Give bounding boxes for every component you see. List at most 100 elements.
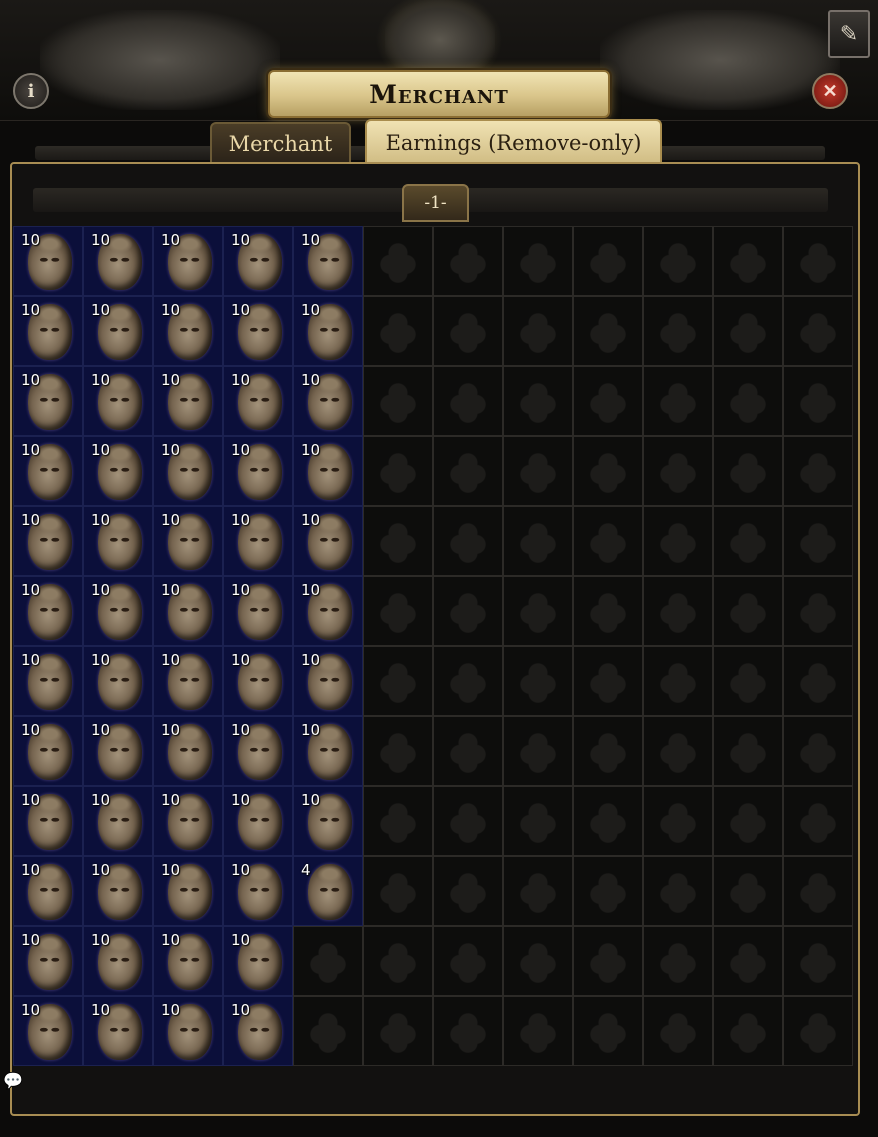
grid-cell-empty[interactable] [573,576,643,646]
page-tab-1[interactable]: -1- [402,184,469,222]
grid-cell-empty[interactable] [713,296,783,366]
grid-cell-empty[interactable] [363,996,433,1066]
grid-cell-empty[interactable] [783,366,853,436]
grid-cell-item[interactable]: 10 [13,646,83,716]
grid-cell-item[interactable]: 10 [153,996,223,1066]
grid-cell-empty[interactable] [783,296,853,366]
grid-cell-empty[interactable] [503,786,573,856]
grid-cell-item[interactable]: 10 [153,716,223,786]
grid-cell-empty[interactable] [363,366,433,436]
grid-cell-item[interactable]: 10 [153,436,223,506]
grid-cell-item[interactable]: 10 [13,926,83,996]
grid-cell-empty[interactable] [643,576,713,646]
grid-cell-empty[interactable] [363,506,433,576]
grid-cell-empty[interactable] [503,436,573,506]
grid-cell-empty[interactable] [713,226,783,296]
grid-cell-empty[interactable] [433,506,503,576]
grid-cell-empty[interactable] [783,576,853,646]
grid-cell-item[interactable]: 10 [83,436,153,506]
grid-cell-item[interactable]: 10 [293,576,363,646]
grid-cell-item[interactable]: 10 [293,506,363,576]
grid-cell-empty[interactable] [363,576,433,646]
grid-cell-item[interactable]: 10 [13,436,83,506]
grid-cell-item[interactable]: 10 [83,786,153,856]
grid-cell-item[interactable]: 10 [83,226,153,296]
tab-merchant[interactable]: Merchant [210,122,351,164]
grid-cell-item[interactable]: 10 [13,856,83,926]
grid-cell-empty[interactable] [433,786,503,856]
grid-cell-empty[interactable] [713,926,783,996]
grid-cell-empty[interactable] [643,366,713,436]
grid-cell-item[interactable]: 10 [293,436,363,506]
grid-cell-empty[interactable] [783,436,853,506]
grid-cell-item[interactable]: 10 [153,856,223,926]
grid-cell-item[interactable]: 10 [223,506,293,576]
grid-cell-empty[interactable] [573,646,643,716]
grid-cell-item[interactable]: 10 [153,506,223,576]
grid-cell-empty[interactable] [573,786,643,856]
grid-cell-item[interactable]: 10 [293,646,363,716]
grid-cell-empty[interactable] [643,856,713,926]
grid-cell-item[interactable]: 10 [293,366,363,436]
close-icon[interactable]: ✕ [812,73,848,109]
grid-cell-empty[interactable] [573,226,643,296]
grid-cell-item[interactable]: 4 [293,856,363,926]
grid-cell-empty[interactable] [503,506,573,576]
grid-cell-item[interactable]: 10 [223,716,293,786]
grid-cell-empty[interactable] [573,436,643,506]
grid-cell-empty[interactable] [503,996,573,1066]
grid-cell-empty[interactable] [783,226,853,296]
grid-cell-item[interactable]: 10 [13,576,83,646]
grid-cell-empty[interactable] [503,716,573,786]
grid-cell-empty[interactable] [783,716,853,786]
grid-cell-item[interactable]: 10 [83,646,153,716]
grid-cell-empty[interactable] [713,996,783,1066]
tab-earnings[interactable]: Earnings (Remove-only) [365,119,662,165]
grid-cell-empty[interactable] [643,296,713,366]
grid-cell-empty[interactable] [503,296,573,366]
grid-cell-item[interactable]: 10 [223,296,293,366]
quill-note-icon[interactable]: ✎ [828,10,870,58]
grid-cell-item[interactable]: 10 [223,366,293,436]
grid-cell-empty[interactable] [643,226,713,296]
grid-cell-empty[interactable] [713,576,783,646]
grid-cell-empty[interactable] [783,926,853,996]
grid-cell-item[interactable]: 10 [223,646,293,716]
grid-cell-empty[interactable] [643,646,713,716]
grid-cell-empty[interactable] [503,366,573,436]
grid-cell-empty[interactable] [573,716,643,786]
grid-cell-empty[interactable] [713,366,783,436]
grid-cell-item[interactable]: 10 [83,506,153,576]
grid-cell-empty[interactable] [573,926,643,996]
grid-cell-item[interactable]: 10 [83,926,153,996]
grid-cell-item[interactable]: 10 [223,576,293,646]
grid-cell-empty[interactable] [643,926,713,996]
grid-cell-item[interactable]: 10 [83,366,153,436]
grid-cell-item[interactable]: 10 [153,786,223,856]
grid-cell-empty[interactable] [363,296,433,366]
grid-cell-item[interactable]: 10 [83,716,153,786]
grid-cell-empty[interactable] [503,926,573,996]
grid-cell-empty[interactable] [573,856,643,926]
grid-cell-empty[interactable] [363,646,433,716]
grid-cell-item[interactable]: 10 [223,926,293,996]
grid-cell-empty[interactable] [643,716,713,786]
grid-cell-empty[interactable] [713,716,783,786]
grid-cell-empty[interactable] [363,786,433,856]
chat-bubble-icon[interactable]: 💬 [3,1071,23,1090]
grid-cell-empty[interactable] [783,786,853,856]
grid-cell-item[interactable]: 10 [153,226,223,296]
grid-cell-item[interactable]: 10 [223,226,293,296]
grid-cell-empty[interactable] [433,926,503,996]
grid-cell-item[interactable]: 10 [13,506,83,576]
grid-cell-item[interactable]: 10 [13,716,83,786]
grid-cell-empty[interactable] [363,856,433,926]
grid-cell-empty[interactable] [503,646,573,716]
grid-cell-empty[interactable] [713,856,783,926]
grid-cell-empty[interactable] [433,436,503,506]
grid-cell-item[interactable]: 10 [223,436,293,506]
grid-cell-item[interactable]: 10 [223,856,293,926]
grid-cell-empty[interactable] [433,646,503,716]
grid-cell-empty[interactable] [713,506,783,576]
grid-cell-item[interactable]: 10 [83,996,153,1066]
